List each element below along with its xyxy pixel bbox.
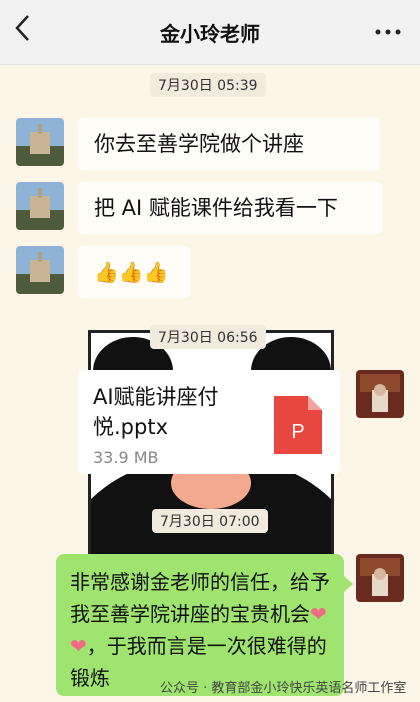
timestamp: 7月30日 06:56 <box>150 325 266 349</box>
file-name: AI赋能讲座付悦.pptx <box>93 385 219 439</box>
more-dots-icon <box>375 29 401 35</box>
contact-avatar[interactable] <box>16 182 64 230</box>
timestamp: 7月30日 07:00 <box>152 509 268 533</box>
self-avatar[interactable] <box>356 370 404 418</box>
chat-header: 金小玲老师 <box>0 0 420 65</box>
message-bubble[interactable]: 把 AI 赋能课件给我看一下 <box>78 182 382 234</box>
contact-avatar[interactable] <box>16 246 64 294</box>
avatar-image <box>16 182 64 230</box>
avatar-image <box>356 554 404 602</box>
timestamp: 7月30日 05:39 <box>150 73 266 97</box>
avatar-image <box>16 246 64 294</box>
pptx-icon-letter: P <box>291 421 304 443</box>
self-avatar[interactable] <box>356 554 404 602</box>
avatar-image <box>16 118 64 166</box>
pptx-icon: P <box>274 396 322 458</box>
sent-message-bubble[interactable]: 非常感谢金老师的信任，给予我至善学院讲座的宝贵机会❤❤，于我而言是一次很难得的锻… <box>56 554 344 696</box>
watermark: 公众号 · 教育部金小玲快乐英语名师工作室 <box>160 681 407 696</box>
file-size: 33.9 MB <box>93 448 159 467</box>
message-bubble[interactable]: 你去至善学院做个讲座 <box>78 118 380 170</box>
contact-avatar[interactable] <box>16 118 64 166</box>
file-message[interactable]: AI赋能讲座付悦.pptx 33.9 MB P <box>78 370 340 474</box>
more-button[interactable] <box>374 14 402 44</box>
message-bubble[interactable]: 👍👍👍 <box>78 246 190 298</box>
bubble-tail <box>344 576 353 592</box>
avatar-image <box>356 370 404 418</box>
reply-text-1: 非常感谢金老师的信任，给予我至善学院讲座的宝贵机会 <box>70 570 330 626</box>
chat-title: 金小玲老师 <box>160 22 260 46</box>
